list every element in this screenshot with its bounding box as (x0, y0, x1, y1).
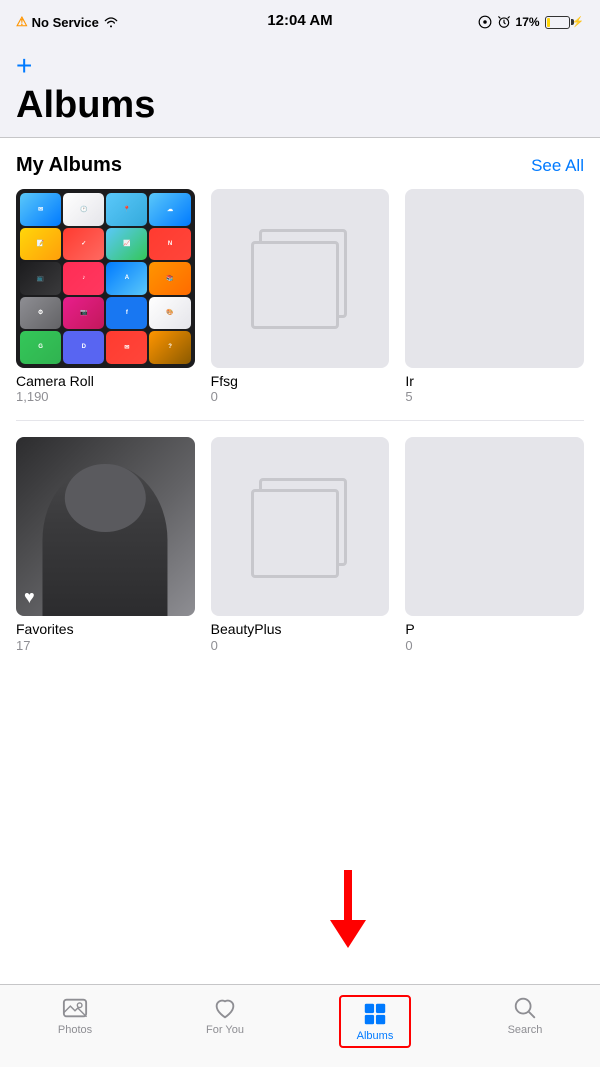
location-icon (478, 15, 492, 29)
app-reminders: ✓ (63, 228, 104, 261)
my-albums-section-header: My Albums See All (16, 154, 584, 177)
album-item-favorites[interactable]: ♥ Favorites 17 (16, 437, 195, 652)
album-name-beautyplus: BeautyPlus (211, 621, 390, 638)
favorites-preview: ♥ (16, 437, 195, 616)
battery-fill (547, 18, 551, 27)
album-count-p: 0 (405, 638, 584, 653)
wifi-icon (103, 16, 119, 28)
app-books: 📚 (149, 262, 190, 295)
placeholder-stacked (251, 229, 349, 327)
albums-tab-icon (362, 1001, 388, 1027)
app-notes: 📝 (20, 228, 61, 261)
top-nav: + (0, 44, 600, 84)
app-instagram: 📷 (63, 297, 104, 330)
search-tab-icon (512, 995, 538, 1021)
section-separator (16, 420, 584, 421)
album-count-ir: 5 (405, 389, 584, 404)
photos-tab-icon (62, 995, 88, 1021)
album-item-beautyplus[interactable]: BeautyPlus 0 (211, 437, 390, 652)
album-name-camera-roll: Camera Roll (16, 373, 195, 390)
tab-for-you-label: For You (206, 1024, 244, 1036)
tab-photos[interactable]: Photos (0, 995, 150, 1036)
album-thumb-beautyplus (211, 437, 390, 616)
status-time: 12:04 AM (267, 12, 332, 29)
app-discord: D (63, 331, 104, 364)
status-left: ⚠ No Service (16, 14, 119, 30)
arrow-annotation (330, 870, 366, 948)
app-tv: 📺 (20, 262, 61, 295)
album-placeholder-ffsg (211, 189, 390, 368)
see-all-button[interactable]: See All (531, 156, 584, 176)
album-item-p[interactable]: P 0 (405, 437, 584, 652)
app-gmail: ✉ (106, 331, 147, 364)
status-right: 17% ⚡ (478, 15, 584, 29)
album-thumb-favorites: ♥ (16, 437, 195, 616)
tab-albums-label: Albums (357, 1030, 394, 1042)
app-ibisPaint: 🎨 (149, 297, 190, 330)
app-facebook: f (106, 297, 147, 330)
tab-albums-border: Albums (339, 995, 412, 1048)
tab-search-label: Search (508, 1024, 543, 1036)
tab-bar: Photos For You Albums Search (0, 984, 600, 1067)
arrow-head (330, 920, 366, 948)
albums-grid-row2: ♥ Favorites 17 BeautyPlus 0 (16, 437, 584, 652)
status-bar: ⚠ No Service 12:04 AM 17% ⚡ (0, 0, 600, 44)
app-itunes: ♪ (63, 262, 104, 295)
album-count-camera-roll: 1,190 (16, 389, 195, 404)
album-count-ffsg: 0 (211, 389, 390, 404)
album-thumb-p (405, 437, 584, 616)
alarm-icon (497, 15, 511, 29)
arrow-body (344, 870, 352, 920)
app-google: G (20, 331, 61, 364)
no-service-text: No Service (32, 15, 99, 30)
album-item-ir[interactable]: Ir 5 (405, 189, 584, 404)
battery-container: ⚡ (545, 16, 584, 29)
album-item-camera-roll[interactable]: ✉ 🕐 📍 ☁ 📝 ✓ 📈 N 📺 ♪ A 📚 ⚙ 📷 (16, 189, 195, 404)
app-news: N (149, 228, 190, 261)
for-you-tab-icon (212, 995, 238, 1021)
app-clock: 🕐 (63, 193, 104, 226)
app-settings: ⚙ (20, 297, 61, 330)
app-appstore: A (106, 262, 147, 295)
album-name-favorites: Favorites (16, 621, 195, 638)
my-albums-title: My Albums (16, 154, 122, 177)
add-button[interactable]: + (16, 52, 32, 80)
favorites-head-shape (65, 464, 145, 532)
album-count-beautyplus: 0 (211, 638, 390, 653)
album-placeholder-beautyplus (211, 437, 390, 616)
page-header: Albums (0, 84, 600, 138)
app-weather: ☁ (149, 193, 190, 226)
tab-albums[interactable]: Albums (300, 995, 450, 1048)
placeholder-rect-front-2 (251, 489, 339, 577)
app-maps: 📍 (106, 193, 147, 226)
battery-percent: 17% (516, 15, 540, 29)
app-mail: ✉ (20, 193, 61, 226)
albums-grid-row1: ✉ 🕐 📍 ☁ 📝 ✓ 📈 N 📺 ♪ A 📚 ⚙ 📷 (16, 189, 584, 404)
album-name-ffsg: Ffsg (211, 373, 390, 390)
app-mystery: ? (149, 331, 190, 364)
tab-for-you[interactable]: For You (150, 995, 300, 1036)
warning-icon: ⚠ (16, 14, 28, 30)
album-name-ir: Ir (405, 373, 584, 390)
tab-photos-label: Photos (58, 1024, 92, 1036)
camera-roll-preview: ✉ 🕐 📍 ☁ 📝 ✓ 📈 N 📺 ♪ A 📚 ⚙ 📷 (16, 189, 195, 368)
album-thumb-ir (405, 189, 584, 368)
album-thumb-ffsg (211, 189, 390, 368)
tab-search[interactable]: Search (450, 995, 600, 1036)
page-title: Albums (16, 84, 584, 127)
placeholder-rect-front (251, 241, 339, 329)
album-thumb-camera-roll: ✉ 🕐 📍 ☁ 📝 ✓ 📈 N 📺 ♪ A 📚 ⚙ 📷 (16, 189, 195, 368)
heart-badge: ♥ (24, 587, 35, 608)
album-name-p: P (405, 621, 584, 638)
album-item-ffsg[interactable]: Ffsg 0 (211, 189, 390, 404)
album-count-favorites: 17 (16, 638, 195, 653)
placeholder-stacked-2 (251, 478, 349, 576)
content-area: My Albums See All ✉ 🕐 📍 ☁ 📝 ✓ 📈 N (0, 138, 600, 943)
battery-icon (545, 16, 570, 29)
app-stocks: 📈 (106, 228, 147, 261)
